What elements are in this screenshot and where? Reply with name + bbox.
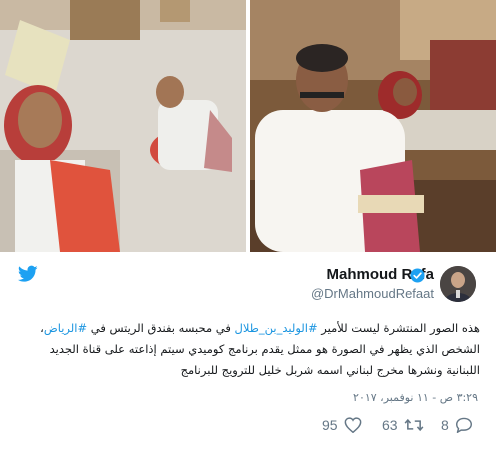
tweet-photo-left[interactable]	[0, 0, 246, 252]
tweet-text: هذه الصور المنتشرة ليست للأمير #الوليد_ب…	[18, 318, 480, 381]
like-count: 95	[322, 417, 338, 433]
tweet-text-segment: هذه الصور المنتشرة ليست للأمير	[317, 321, 480, 335]
tweet-photo-right[interactable]	[250, 0, 496, 252]
tweet-timestamp[interactable]: ٣:٢٩ ص - ١١ نوفمبر، ٢٠١٧	[353, 391, 478, 404]
like-button[interactable]: 95	[322, 412, 362, 438]
author-handle[interactable]: @DrMahmoudRefaat	[311, 286, 434, 301]
retweet-button[interactable]: 63	[382, 412, 424, 438]
avatar[interactable]	[440, 266, 476, 302]
tweet-card: Mahmoud Refa @DrMahmoudRefaat هذه الصور …	[0, 0, 496, 449]
tweet-media	[0, 0, 496, 252]
tweet-actions: 95 63 8	[0, 412, 496, 442]
lounge-photo-illustration	[250, 0, 496, 252]
tweet-text-segment: في محبسه بفندق الريتس في	[87, 321, 235, 335]
retweet-arrows-icon	[404, 417, 424, 433]
heart-icon	[344, 417, 362, 433]
retweet-count: 63	[382, 417, 398, 433]
reply-count: 8	[441, 417, 449, 433]
reply-button[interactable]: 8	[441, 412, 473, 438]
reply-bubble-icon	[455, 417, 473, 433]
verified-badge-icon	[410, 268, 425, 283]
hashtag-link[interactable]: #الوليد_بن_طلال	[235, 321, 318, 335]
twitter-bird-icon	[17, 265, 38, 283]
avatar-portrait	[440, 266, 476, 302]
hashtag-link[interactable]: #الرياض	[44, 321, 87, 335]
selfie-photo-illustration	[0, 0, 246, 252]
